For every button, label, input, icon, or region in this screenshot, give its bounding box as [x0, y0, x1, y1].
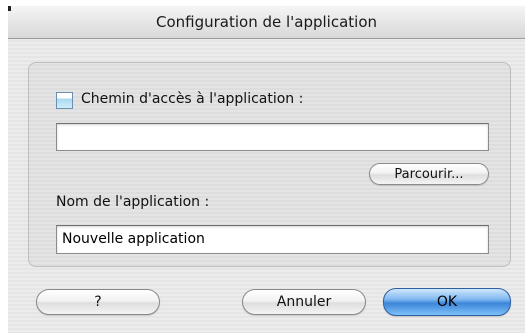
cancel-button[interactable]: Annuler: [242, 289, 366, 315]
browse-button[interactable]: Parcourir...: [369, 163, 489, 185]
window-title: Configuration de l'application: [155, 13, 378, 31]
help-button[interactable]: ?: [36, 289, 160, 315]
path-label: Chemin d'accès à l'application :: [81, 91, 304, 107]
name-field[interactable]: Nouvelle application: [56, 225, 489, 254]
window-corner-mark: [8, 6, 11, 11]
checkbox-icon[interactable]: [56, 92, 73, 109]
ok-button[interactable]: OK: [383, 288, 511, 316]
title-bar[interactable]: Configuration de l'application: [8, 6, 525, 39]
name-label: Nom de l'application :: [56, 194, 210, 210]
path-field[interactable]: [56, 123, 489, 151]
